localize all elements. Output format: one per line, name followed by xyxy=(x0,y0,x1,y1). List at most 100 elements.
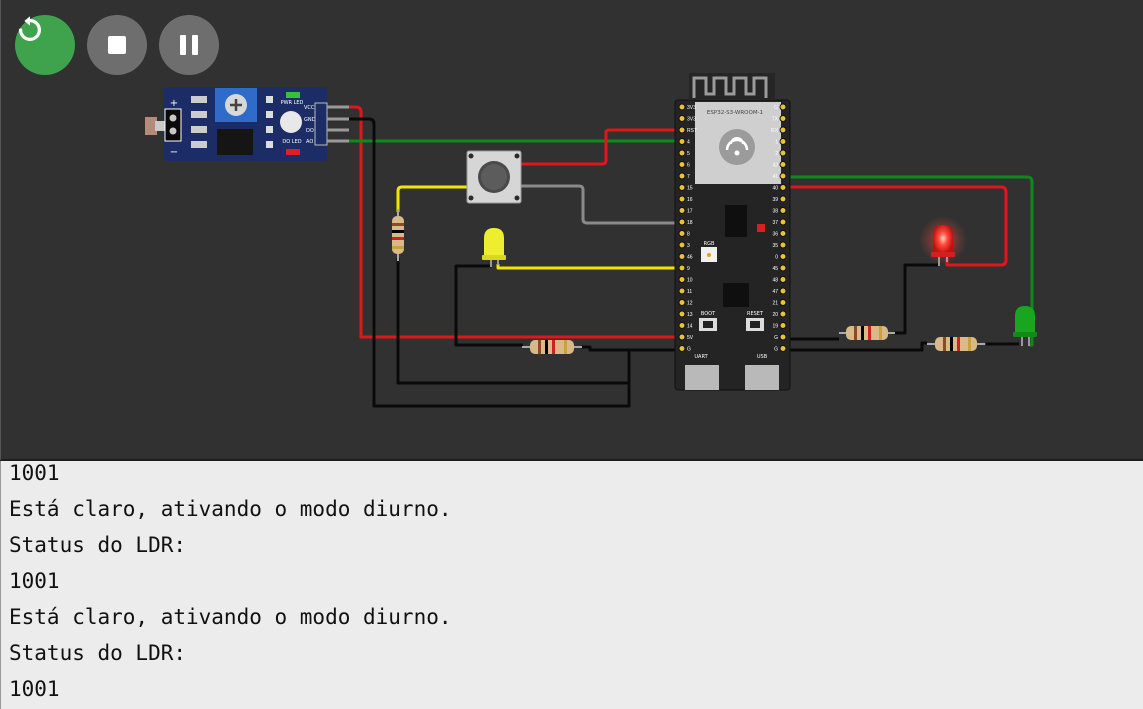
esp32-pin-left[interactable] xyxy=(678,103,686,111)
pause-button[interactable] xyxy=(159,15,219,75)
esp32-pin-label: G xyxy=(774,105,778,111)
esp32-pin-label: 47 xyxy=(772,289,778,295)
resistor-red-led xyxy=(839,326,895,340)
esp32-pin-label: G xyxy=(687,346,691,352)
esp32-pin-right[interactable] xyxy=(779,264,787,272)
esp32-pin-label: 37 xyxy=(772,220,778,226)
wire-yellow-button xyxy=(396,185,469,212)
esp32-pin-label: 3V3 xyxy=(687,105,696,111)
esp32-pin-left[interactable] xyxy=(678,207,686,214)
do-led-label: DO LED xyxy=(282,139,301,145)
serial-line: Status do LDR: xyxy=(9,533,187,557)
wire-black-green-led-gnd xyxy=(787,341,927,352)
restart-button[interactable] xyxy=(15,15,75,75)
esp32-pin-right[interactable] xyxy=(779,138,787,145)
serial-line: 1001 xyxy=(9,569,60,593)
esp32-pin-left[interactable] xyxy=(678,333,686,341)
esp32-pin-right[interactable] xyxy=(779,149,787,157)
esp32-pin-label: 1 xyxy=(775,139,778,145)
esp32-pin-right[interactable] xyxy=(779,310,787,318)
esp32-pin-right[interactable] xyxy=(779,195,787,203)
esp32-pin-right[interactable] xyxy=(779,253,787,260)
uart-port xyxy=(685,365,719,390)
esp32-pin-left[interactable] xyxy=(678,287,686,295)
esp32-pin-right[interactable] xyxy=(779,345,787,352)
esp32-pin-left[interactable] xyxy=(678,253,686,260)
esp32-pin-label: G xyxy=(774,335,778,341)
wire-black-yellow-led xyxy=(454,264,523,347)
esp32-pin-left[interactable] xyxy=(678,172,686,180)
esp32-pin-right[interactable] xyxy=(779,299,787,306)
esp32-pin-label: 19 xyxy=(772,323,778,329)
esp32-pin-label: 7 xyxy=(687,174,690,180)
ldr-plus-label: + xyxy=(170,98,178,109)
esp32-pin-right[interactable] xyxy=(779,230,787,237)
simulation-canvas[interactable]: + − PWR LED DO LED VCC GND DO AO ESP32-S… xyxy=(0,0,1143,461)
resistor-green-led xyxy=(927,337,985,351)
esp32-pin-right[interactable] xyxy=(779,322,787,329)
esp32-pin-label: 38 xyxy=(772,208,778,214)
wire-black-pulldown xyxy=(396,258,629,385)
stop-button[interactable] xyxy=(87,15,147,75)
esp32-pin-label: 6 xyxy=(687,162,690,168)
esp32-pin-right[interactable] xyxy=(779,207,787,214)
esp32-pin-right[interactable] xyxy=(779,276,787,283)
esp32-pin-left[interactable] xyxy=(678,299,686,306)
esp32-pin-right[interactable] xyxy=(779,172,787,180)
serial-line: Está claro, ativando o modo diurno. xyxy=(9,497,452,521)
comparator-chip xyxy=(217,129,253,155)
esp32-pin-left[interactable] xyxy=(678,115,686,122)
esp32-pin-right[interactable] xyxy=(779,161,787,168)
esp32-pin-right[interactable] xyxy=(779,218,787,226)
esp32-pin-left[interactable] xyxy=(678,230,686,237)
esp32-pin-label: 36 xyxy=(772,231,778,237)
do-led xyxy=(286,149,300,155)
esp32-pin-label: 18 xyxy=(687,220,693,226)
esp32-pin-left[interactable] xyxy=(678,149,686,157)
reset-label: RESET xyxy=(747,311,764,317)
usb-port xyxy=(745,365,779,390)
esp32-pin-left[interactable] xyxy=(678,345,686,352)
esp32-pin-right[interactable] xyxy=(779,103,787,111)
esp32-pin-left[interactable] xyxy=(678,264,686,272)
esp32-pin-right[interactable] xyxy=(779,115,787,122)
esp32-pin-label: 5V xyxy=(687,335,694,341)
esp32-pin-label: 40 xyxy=(772,185,778,191)
esp32-pin-left[interactable] xyxy=(678,138,686,145)
esp32-pin-left[interactable] xyxy=(678,241,686,249)
esp32-pin-right[interactable] xyxy=(779,241,787,249)
esp32-pin-label: 3V3 xyxy=(687,116,696,122)
serial-monitor[interactable]: 1001 Está claro, ativando o modo diurno.… xyxy=(0,461,1143,709)
esp32-pin-label: 45 xyxy=(772,266,778,272)
esp32-pin-left[interactable] xyxy=(678,310,686,318)
esp32-pin-label: 9 xyxy=(687,266,690,272)
esp32-chip-1 xyxy=(725,205,747,237)
esp32-module-label: ESP32-S3-WROOM-1 xyxy=(707,110,763,116)
push-button xyxy=(466,150,522,204)
esp32-pin-label: G xyxy=(774,346,778,352)
esp32-pin-right[interactable] xyxy=(779,287,787,295)
esp32-pin-label: 42 xyxy=(772,162,778,168)
serial-line: Está claro, ativando o modo diurno. xyxy=(9,605,452,629)
serial-line: 1001 xyxy=(9,677,60,701)
yellow-led xyxy=(482,228,506,267)
esp32-pin-label: 5 xyxy=(687,151,690,157)
esp32-pin-right[interactable] xyxy=(779,184,787,191)
esp32-pin-right[interactable] xyxy=(779,333,787,341)
esp32-pin-left[interactable] xyxy=(678,195,686,203)
esp32-pin-left[interactable] xyxy=(678,126,686,134)
stop-icon xyxy=(108,36,126,54)
esp32-pin-left[interactable] xyxy=(678,184,686,191)
esp32-s3-board: ESP32-S3-WROOM-1 RGB BOOT RESET UART USB xyxy=(674,73,791,391)
esp32-pin-label: 17 xyxy=(687,208,693,214)
esp32-pin-label: 15 xyxy=(687,185,693,191)
esp32-pin-right[interactable] xyxy=(779,126,787,134)
serial-output: 1001 Está claro, ativando o modo diurno.… xyxy=(9,461,1143,707)
esp32-pin-left[interactable] xyxy=(678,218,686,226)
esp32-pin-left[interactable] xyxy=(678,322,686,329)
esp32-pin-label: 48 xyxy=(772,277,778,283)
red-led xyxy=(919,216,967,266)
esp32-pin-left[interactable] xyxy=(678,161,686,168)
esp32-pin-left[interactable] xyxy=(678,276,686,283)
wire-red-led xyxy=(787,185,1008,267)
